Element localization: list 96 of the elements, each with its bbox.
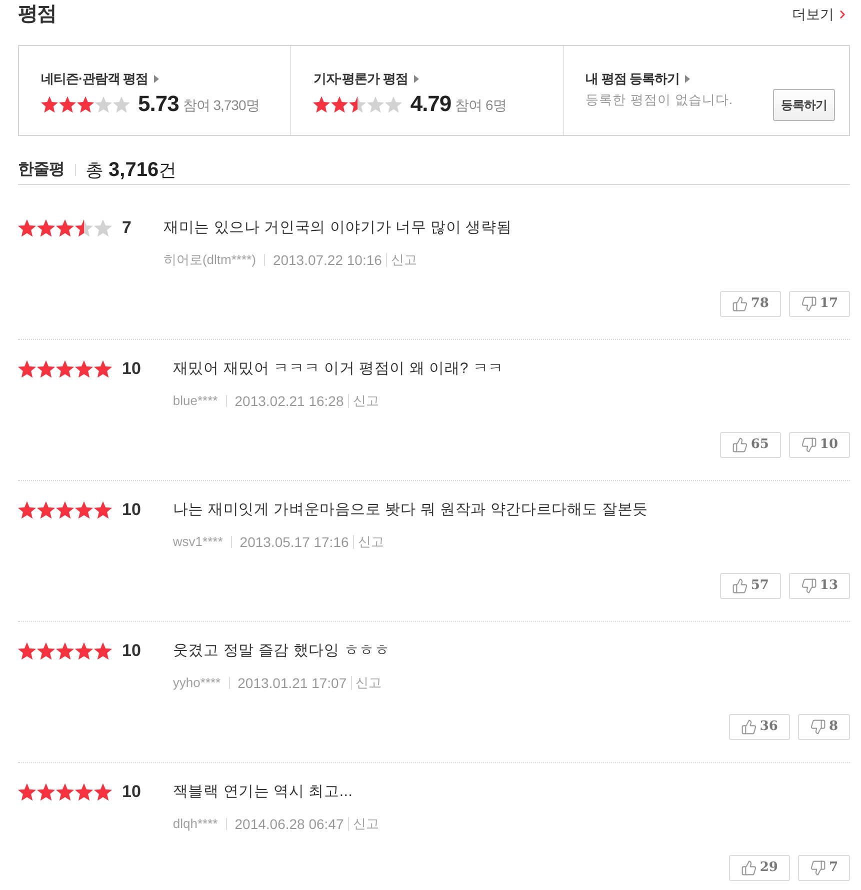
review-score: 10 xyxy=(122,359,141,379)
star-icon xyxy=(113,96,130,112)
review-text: 잭블랙 연기는 역시 최고... xyxy=(172,782,354,802)
star-icon xyxy=(18,501,36,519)
star-icon xyxy=(95,96,112,112)
star-icon xyxy=(367,96,384,112)
report-link[interactable]: 신고 xyxy=(358,532,384,552)
star-icon xyxy=(75,783,93,801)
rating-category-link[interactable]: 기자·평론가 평점 xyxy=(313,70,563,88)
star-icon xyxy=(77,96,94,112)
thumbs-down-icon xyxy=(800,437,817,453)
review-text: 나는 재미잇게 가벼운마음으로 봣다 뭐 원작과 약간다르다해도 잘본듯 xyxy=(172,500,648,520)
star-icon xyxy=(94,219,112,237)
star-icon xyxy=(94,642,112,660)
thumbs-down-icon xyxy=(800,578,817,594)
star-icon xyxy=(56,360,74,378)
review-text: 재밌어 재밌어 ㅋㅋㅋ 이거 평점이 왜 이래? ㅋㅋ xyxy=(172,359,504,379)
comments-total: 총 3,716건 xyxy=(86,158,177,183)
review-date: 2013.07.22 10:16 xyxy=(272,250,382,270)
dislike-button[interactable]: 7 xyxy=(798,855,850,881)
thumbs-up-icon xyxy=(732,437,748,453)
report-link[interactable]: 신고 xyxy=(390,250,417,270)
comments-title: 한줄평 xyxy=(18,160,64,180)
caret-icon xyxy=(685,75,690,83)
like-button[interactable]: 29 xyxy=(728,855,790,881)
caret-icon xyxy=(414,75,419,83)
review-author: dlqh**** xyxy=(172,815,218,834)
rating-score: 5.73 xyxy=(138,91,179,117)
star-icon xyxy=(56,219,74,237)
dislike-button[interactable]: 8 xyxy=(798,714,850,740)
register-rating-link[interactable]: 내 평점 등록하기 xyxy=(586,70,835,88)
star-icon xyxy=(313,96,330,112)
dislike-button[interactable]: 10 xyxy=(788,432,850,458)
like-button[interactable]: 36 xyxy=(728,714,790,740)
star-icon xyxy=(94,360,112,378)
star-icon xyxy=(331,96,348,112)
thumbs-up-icon xyxy=(732,296,748,312)
star-icon xyxy=(59,96,76,112)
star-icon xyxy=(56,642,74,660)
participant-count: 참여 3,730명 xyxy=(182,96,260,114)
section-title: 평점 xyxy=(18,2,56,27)
report-link[interactable]: 신고 xyxy=(356,673,382,693)
review-date: 2013.05.17 17:16 xyxy=(240,532,349,552)
review-text: 웃겼고 정말 즐감 했다잉 ㅎㅎㅎ xyxy=(172,641,390,661)
review-score: 7 xyxy=(122,218,132,238)
thumbs-up-icon xyxy=(740,860,757,876)
report-link[interactable]: 신고 xyxy=(352,814,379,834)
more-link[interactable]: 더보기 xyxy=(792,4,849,24)
review-author: yyho**** xyxy=(172,674,221,692)
participant-count: 참여 6명 xyxy=(455,96,506,114)
review-author: blue**** xyxy=(172,392,218,410)
star-icon xyxy=(75,360,93,378)
report-link[interactable]: 신고 xyxy=(352,391,379,411)
review-text: 재미는 있으나 거인국의 이야기가 너무 많이 생략됨 xyxy=(163,218,512,238)
dislike-button[interactable]: 13 xyxy=(788,573,850,599)
review-date: 2013.01.21 17:07 xyxy=(238,674,347,692)
star-icon xyxy=(75,642,93,660)
like-button[interactable]: 65 xyxy=(720,432,781,458)
star-icon xyxy=(56,783,74,801)
star-icon xyxy=(94,783,112,801)
like-button[interactable]: 78 xyxy=(720,291,781,317)
rating-category-link[interactable]: 네티즌·관람객 평점 xyxy=(41,70,290,88)
thumbs-down-icon xyxy=(810,860,826,876)
star-icon xyxy=(41,96,58,112)
star-icon xyxy=(18,642,36,660)
star-icon xyxy=(75,219,93,237)
thumbs-down-icon xyxy=(800,296,817,312)
review-date: 2013.02.21 16:28 xyxy=(234,392,344,410)
star-icon xyxy=(37,501,55,519)
star-icon xyxy=(349,96,366,112)
star-icon xyxy=(37,783,55,801)
review-score: 10 xyxy=(122,641,141,661)
review-author: wsv1**** xyxy=(172,533,223,552)
star-icon xyxy=(56,501,74,519)
star-icon xyxy=(37,219,55,237)
star-icon xyxy=(385,96,402,112)
star-icon xyxy=(18,219,36,237)
star-icon xyxy=(37,360,55,378)
no-rating-message: 등록한 평점이 없습니다. xyxy=(586,91,733,109)
star-icon xyxy=(18,360,36,378)
review-score: 10 xyxy=(122,782,141,802)
rating-score: 4.79 xyxy=(410,91,452,117)
thumbs-down-icon xyxy=(810,719,826,735)
star-icon xyxy=(37,642,55,660)
review-score: 10 xyxy=(122,500,141,520)
review-author: 히어로(dltm****) xyxy=(163,251,256,270)
register-button[interactable]: 등록하기 xyxy=(772,89,835,121)
star-icon xyxy=(75,501,93,519)
thumbs-up-icon xyxy=(732,578,748,594)
like-button[interactable]: 57 xyxy=(720,573,781,599)
star-icon xyxy=(18,783,36,801)
caret-icon xyxy=(154,75,159,83)
thumbs-up-icon xyxy=(740,719,757,735)
dislike-button[interactable]: 17 xyxy=(788,291,850,317)
review-date: 2014.06.28 06:47 xyxy=(234,814,344,834)
star-icon xyxy=(94,501,112,519)
